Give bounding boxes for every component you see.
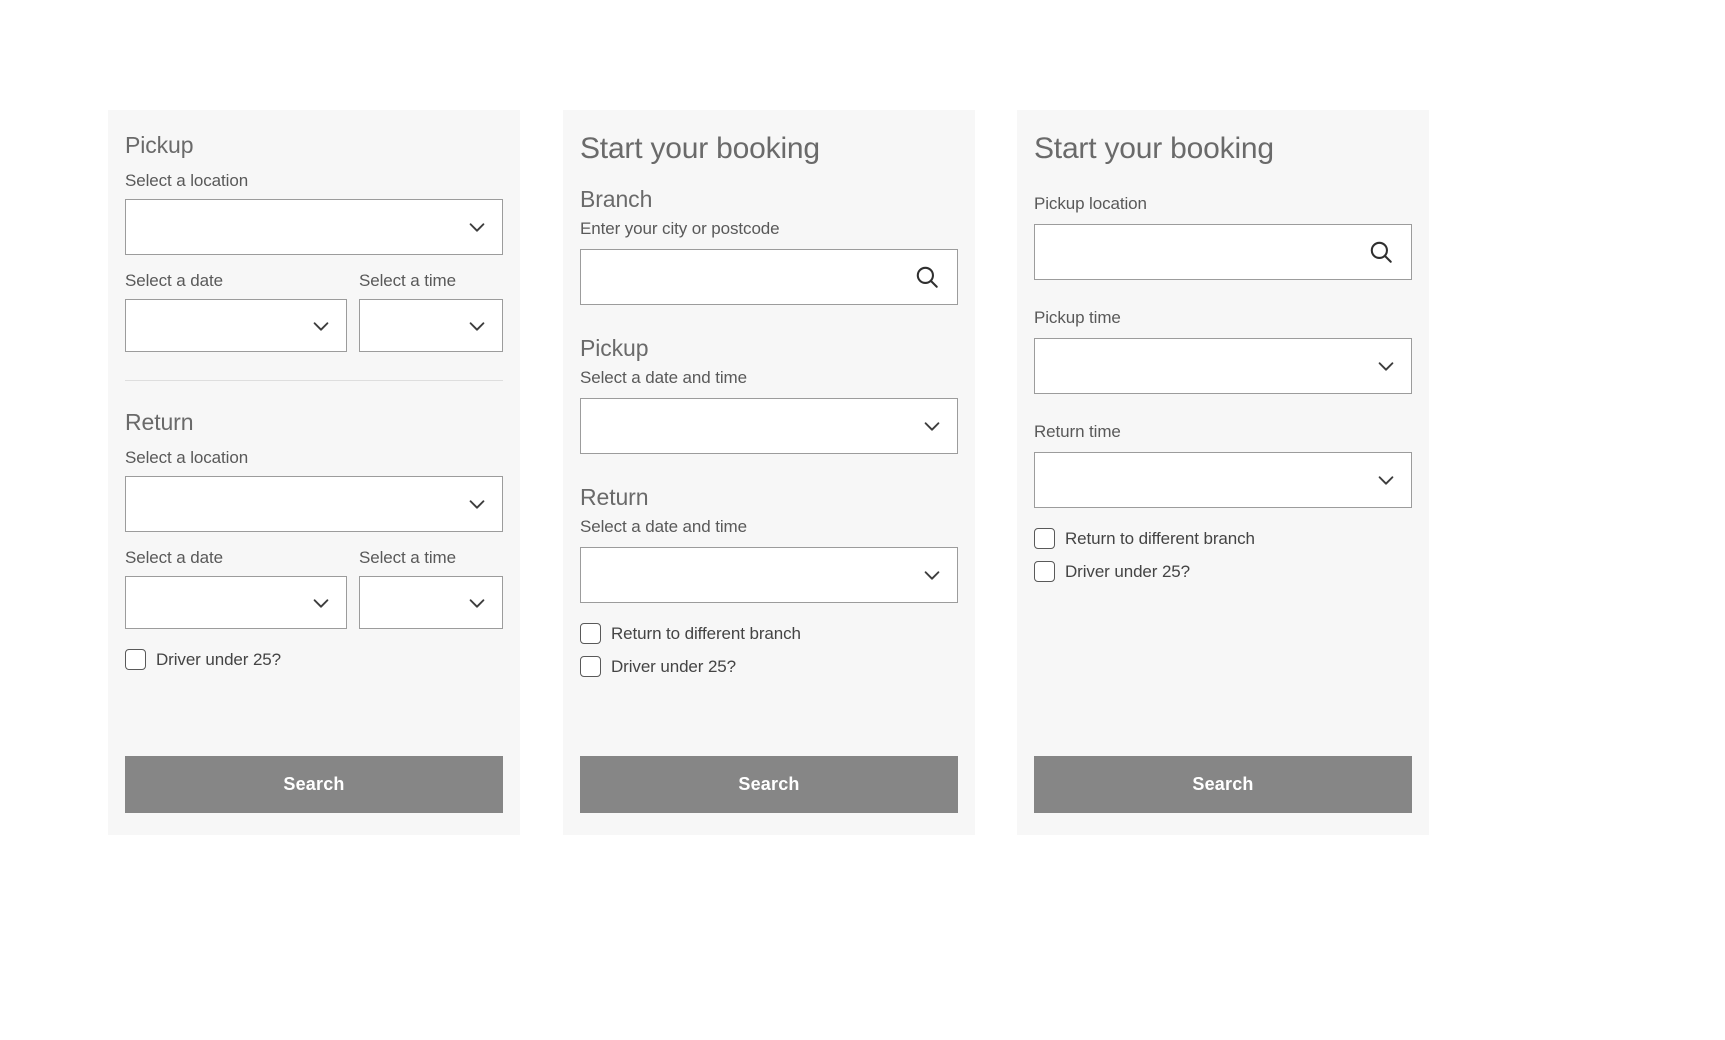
driver-under-25-checkbox-row[interactable]: Driver under 25? <box>580 656 958 677</box>
branch-field-label: Enter your city or postcode <box>580 219 780 238</box>
pickup-location-input[interactable] <box>1035 225 1411 279</box>
checkbox-box[interactable] <box>580 656 601 677</box>
return-location-label: Select a location <box>125 448 249 467</box>
pickup-location-input[interactable] <box>126 200 502 254</box>
checkbox-box[interactable] <box>1034 561 1055 582</box>
pickup-date-select[interactable] <box>125 299 347 352</box>
pickup-time-input[interactable] <box>1035 339 1411 393</box>
pickup-section-heading: Pickup <box>580 335 649 361</box>
pickup-datetime-input[interactable] <box>581 399 957 453</box>
pickup-datetime-select[interactable] <box>580 398 958 454</box>
section-divider <box>125 380 503 381</box>
pickup-datetime-label: Select a date and time <box>580 368 747 387</box>
pickup-date-input[interactable] <box>126 300 346 351</box>
return-location-select[interactable] <box>125 476 503 532</box>
return-different-branch-checkbox-row[interactable]: Return to different branch <box>580 623 958 644</box>
screenshot-canvas: Pickup Select a location Select a date S… <box>0 0 1725 1040</box>
return-datetime-label: Select a date and time <box>580 517 747 536</box>
return-time-input[interactable] <box>1035 453 1411 507</box>
branch-search-field[interactable] <box>580 249 958 305</box>
driver-under-25-label: Driver under 25? <box>156 649 282 669</box>
return-different-branch-checkbox-row[interactable]: Return to different branch <box>1034 528 1412 549</box>
return-section-heading: Return <box>580 484 649 510</box>
search-button[interactable]: Search <box>580 756 958 813</box>
return-location-input[interactable] <box>126 477 502 531</box>
return-time-input[interactable] <box>360 577 502 628</box>
checkbox-box[interactable] <box>1034 528 1055 549</box>
return-section-heading: Return <box>125 409 194 435</box>
pickup-time-label: Select a time <box>359 271 456 290</box>
branch-section-heading: Branch <box>580 186 653 212</box>
return-datetime-input[interactable] <box>581 548 957 602</box>
return-date-select[interactable] <box>125 576 347 629</box>
driver-under-25-checkbox-row[interactable]: Driver under 25? <box>1034 561 1412 582</box>
pickup-time-select[interactable] <box>359 299 503 352</box>
return-datetime-select[interactable] <box>580 547 958 603</box>
pickup-location-label: Pickup location <box>1034 194 1147 213</box>
return-time-select[interactable] <box>1034 452 1412 508</box>
search-button[interactable]: Search <box>125 756 503 813</box>
return-different-branch-label: Return to different branch <box>611 623 801 643</box>
pickup-date-label: Select a date <box>125 271 223 290</box>
checkbox-box[interactable] <box>580 623 601 644</box>
driver-under-25-checkbox-row[interactable]: Driver under 25? <box>125 649 503 670</box>
return-different-branch-label: Return to different branch <box>1065 528 1255 548</box>
pickup-time-label: Pickup time <box>1034 308 1121 327</box>
return-time-label: Return time <box>1034 422 1121 441</box>
booking-form-variant-compact: Start your booking Pickup location Picku… <box>1017 110 1429 835</box>
return-date-label: Select a date <box>125 548 223 567</box>
pickup-location-select[interactable] <box>125 199 503 255</box>
pickup-section-heading: Pickup <box>125 132 194 158</box>
pickup-time-input[interactable] <box>360 300 502 351</box>
return-time-label: Select a time <box>359 548 456 567</box>
return-date-input[interactable] <box>126 577 346 628</box>
driver-under-25-label: Driver under 25? <box>611 656 737 676</box>
branch-search-input[interactable] <box>581 250 957 304</box>
driver-under-25-label: Driver under 25? <box>1065 561 1191 581</box>
search-button[interactable]: Search <box>1034 756 1412 813</box>
page-title: Start your booking <box>1034 132 1274 165</box>
pickup-location-label: Select a location <box>125 171 249 190</box>
checkbox-box[interactable] <box>125 649 146 670</box>
pickup-time-select[interactable] <box>1034 338 1412 394</box>
booking-form-variant-branch: Start your booking Branch Enter your cit… <box>563 110 975 835</box>
page-title: Start your booking <box>580 132 820 165</box>
pickup-location-field[interactable] <box>1034 224 1412 280</box>
return-time-select[interactable] <box>359 576 503 629</box>
booking-form-variant-split: Pickup Select a location Select a date S… <box>108 110 520 835</box>
